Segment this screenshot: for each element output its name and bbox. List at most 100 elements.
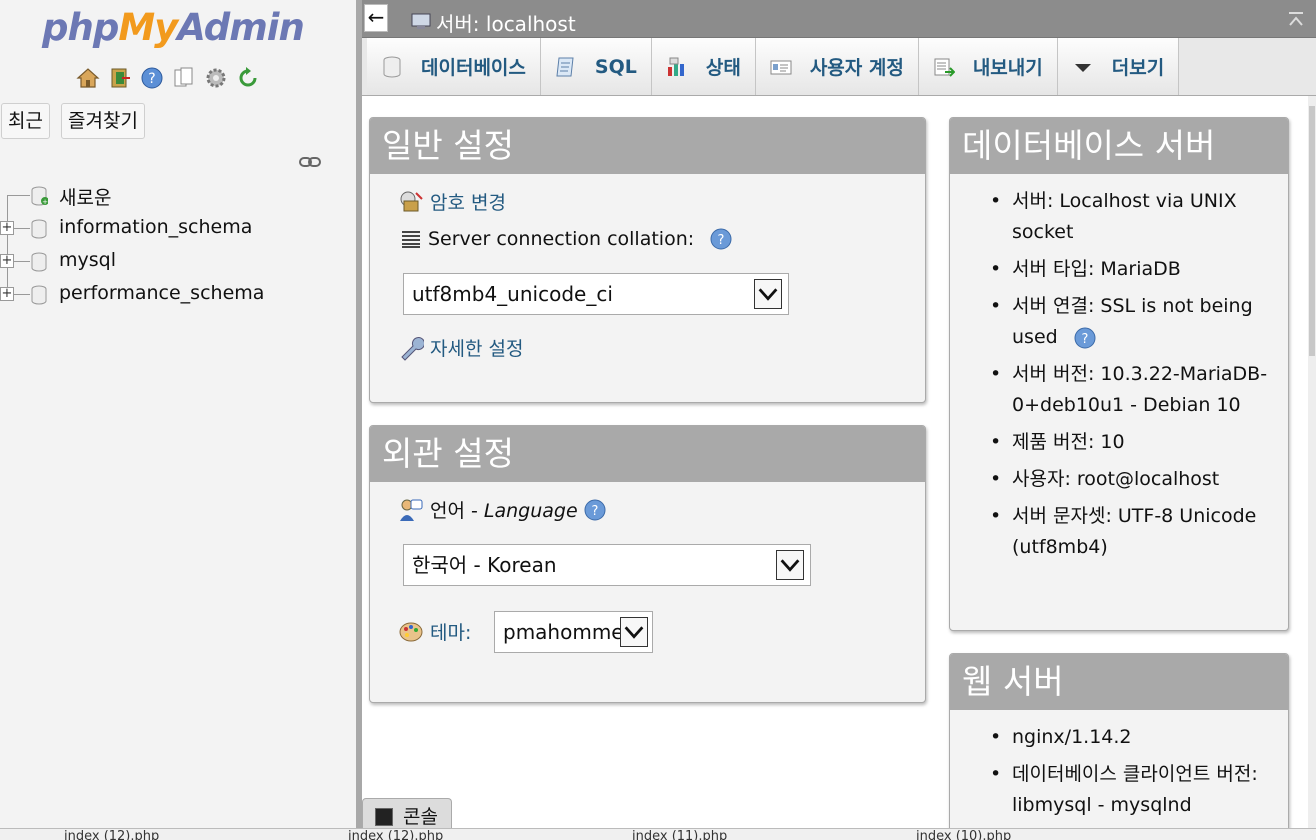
password-icon (400, 191, 423, 211)
tab-label: 상태 (705, 57, 741, 79)
language-select[interactable]: 한국어 - Korean (403, 544, 811, 586)
collation-label: Server connection collation: (428, 228, 695, 250)
tree-item-information-schema[interactable]: + information_schema (0, 211, 358, 244)
console-label: 콘솔 (403, 806, 438, 828)
database-server-panel: 데이터베이스 서버 서버: Localhost via UNIX socket … (949, 117, 1289, 631)
info-item: 서버 타입: MariaDB (990, 254, 1280, 285)
recent-button[interactable]: 최근 (1, 103, 50, 139)
info-item: 사용자: root@localhost (990, 464, 1280, 495)
expand-icon[interactable]: + (0, 287, 14, 301)
breadcrumb-server[interactable]: 서버: localhost (436, 8, 576, 37)
svg-text:?: ? (718, 233, 725, 248)
database-icon (31, 252, 47, 272)
tab-export[interactable]: 내보내기 (918, 38, 1058, 95)
collation-select[interactable]: utf8mb4_unicode_ci (403, 273, 789, 315)
collapse-icon[interactable] (1286, 10, 1306, 30)
tab-label: SQL (594, 55, 637, 78)
language-label: 언어 - Language (430, 500, 578, 522)
expand-icon[interactable]: + (0, 221, 14, 235)
database-server-info: 서버: Localhost via UNIX socket 서버 타입: Mar… (990, 186, 1280, 569)
main-content: 일반 설정 암호 변경 Server connection collation:… (362, 96, 1316, 840)
tree-item-performance-schema[interactable]: + performance_schema (0, 277, 358, 310)
tab-label: 더보기 (1111, 57, 1165, 79)
info-item: 데이터베이스 클라이언트 버전: libmysql - mysqlnd (990, 759, 1280, 821)
tab-databases[interactable]: 데이터베이스 (367, 38, 541, 95)
download-bar: index (12).php index (12).php index (11)… (0, 828, 1316, 840)
status-icon (667, 57, 684, 76)
language-selected-value: 한국어 - Korean (412, 553, 557, 577)
docs-icon[interactable] (172, 66, 196, 90)
download-item[interactable]: index (11).php (632, 829, 727, 840)
help-icon[interactable]: ? (584, 499, 606, 521)
tree-item-label: 새로운 (59, 187, 112, 209)
database-icon (31, 219, 47, 239)
language-icon (400, 499, 423, 521)
panel-title: 외관 설정 (370, 426, 925, 482)
change-password-link[interactable]: 암호 변경 (430, 188, 506, 215)
expand-icon[interactable]: + (0, 254, 14, 268)
theme-select[interactable]: pmahomme (494, 611, 653, 653)
nav-icon-bar: ? (76, 66, 260, 90)
settings-icon[interactable] (204, 66, 228, 90)
download-item[interactable]: index (12).php (64, 829, 159, 840)
info-item: 제품 버전: 10 (990, 427, 1280, 458)
server-icon (411, 13, 431, 29)
link-icon[interactable] (298, 154, 322, 170)
tab-status[interactable]: 상태 (651, 38, 756, 95)
vertical-scrollbar[interactable] (1308, 96, 1316, 840)
theme-row: 테마: (398, 618, 471, 645)
info-item: 서버 연결: SSL is not being used ? (990, 291, 1280, 353)
wrench-icon (401, 336, 424, 361)
tree-item-mysql[interactable]: + mysql (0, 244, 358, 277)
help-icon[interactable]: ? (1074, 327, 1096, 349)
collation-selected-value: utf8mb4_unicode_ci (412, 282, 613, 306)
collation-row: Server connection collation: ? (400, 228, 732, 250)
theme-label[interactable]: 테마: (430, 618, 471, 645)
tab-user-accounts[interactable]: 사용자 계정 (755, 38, 919, 95)
export-icon (934, 58, 955, 77)
reload-icon[interactable] (236, 66, 260, 90)
change-password-row: 암호 변경 (398, 188, 506, 215)
help-icon[interactable]: ? (710, 228, 732, 250)
database-icon (383, 56, 401, 77)
more-settings-link[interactable]: 자세한 설정 (430, 334, 523, 361)
svg-text:?: ? (148, 71, 155, 87)
tab-label: 사용자 계정 (809, 57, 904, 79)
theme-selected-value: pmahomme (503, 620, 624, 644)
info-item: 서버 문자셋: UTF-8 Unicode (utf8mb4) (990, 501, 1280, 563)
users-icon (770, 60, 792, 74)
exit-icon[interactable] (108, 66, 132, 90)
chevron-down-icon (620, 617, 648, 647)
web-server-panel: 웹 서버 nginx/1.14.2 데이터베이스 클라이언트 버전: libmy… (949, 653, 1289, 840)
new-database-icon: + (31, 186, 48, 206)
info-item: 서버 버전: 10.3.22-MariaDB-0+deb10u1 - Debia… (990, 359, 1280, 421)
scrollbar-thumb[interactable] (1309, 106, 1315, 356)
tab-sql[interactable]: SQL (540, 38, 652, 95)
general-settings-panel: 일반 설정 암호 변경 Server connection collation:… (369, 117, 926, 403)
tab-label: 데이터베이스 (421, 57, 526, 79)
tab-more[interactable]: 더보기 (1057, 38, 1180, 95)
tree-item-label: performance_schema (59, 282, 265, 304)
download-item[interactable]: index (10).php (916, 829, 1011, 840)
home-icon[interactable] (76, 66, 100, 90)
top-bar: ← 서버: localhost (362, 0, 1316, 38)
chevron-down-icon (754, 279, 782, 309)
favorites-button[interactable]: 즐겨찾기 (61, 103, 145, 139)
info-item: nginx/1.14.2 (990, 722, 1280, 753)
palette-icon (399, 622, 423, 641)
chevron-down-icon (1074, 63, 1091, 72)
tree-item-new[interactable]: + 새로운 (0, 178, 358, 211)
phpmyadmin-logo[interactable]: phpMyAdmin (42, 6, 305, 49)
tab-label: 내보내기 (972, 57, 1043, 79)
web-server-info: nginx/1.14.2 데이터베이스 클라이언트 버전: libmysql -… (990, 722, 1280, 827)
tree-item-label: information_schema (59, 216, 253, 238)
svg-text:+: + (42, 198, 48, 206)
main-tabs: 데이터베이스 SQL 상태 사용자 계정 내보내기 더보기 (362, 38, 1316, 96)
language-row: 언어 - Language ? (398, 496, 606, 523)
info-item: 서버: Localhost via UNIX socket (990, 186, 1280, 248)
help-icon[interactable]: ? (140, 66, 164, 90)
panel-title: 데이터베이스 서버 (950, 118, 1288, 174)
back-button[interactable]: ← (364, 4, 388, 32)
download-item[interactable]: index (12).php (348, 829, 443, 840)
panel-title: 웹 서버 (950, 654, 1288, 710)
